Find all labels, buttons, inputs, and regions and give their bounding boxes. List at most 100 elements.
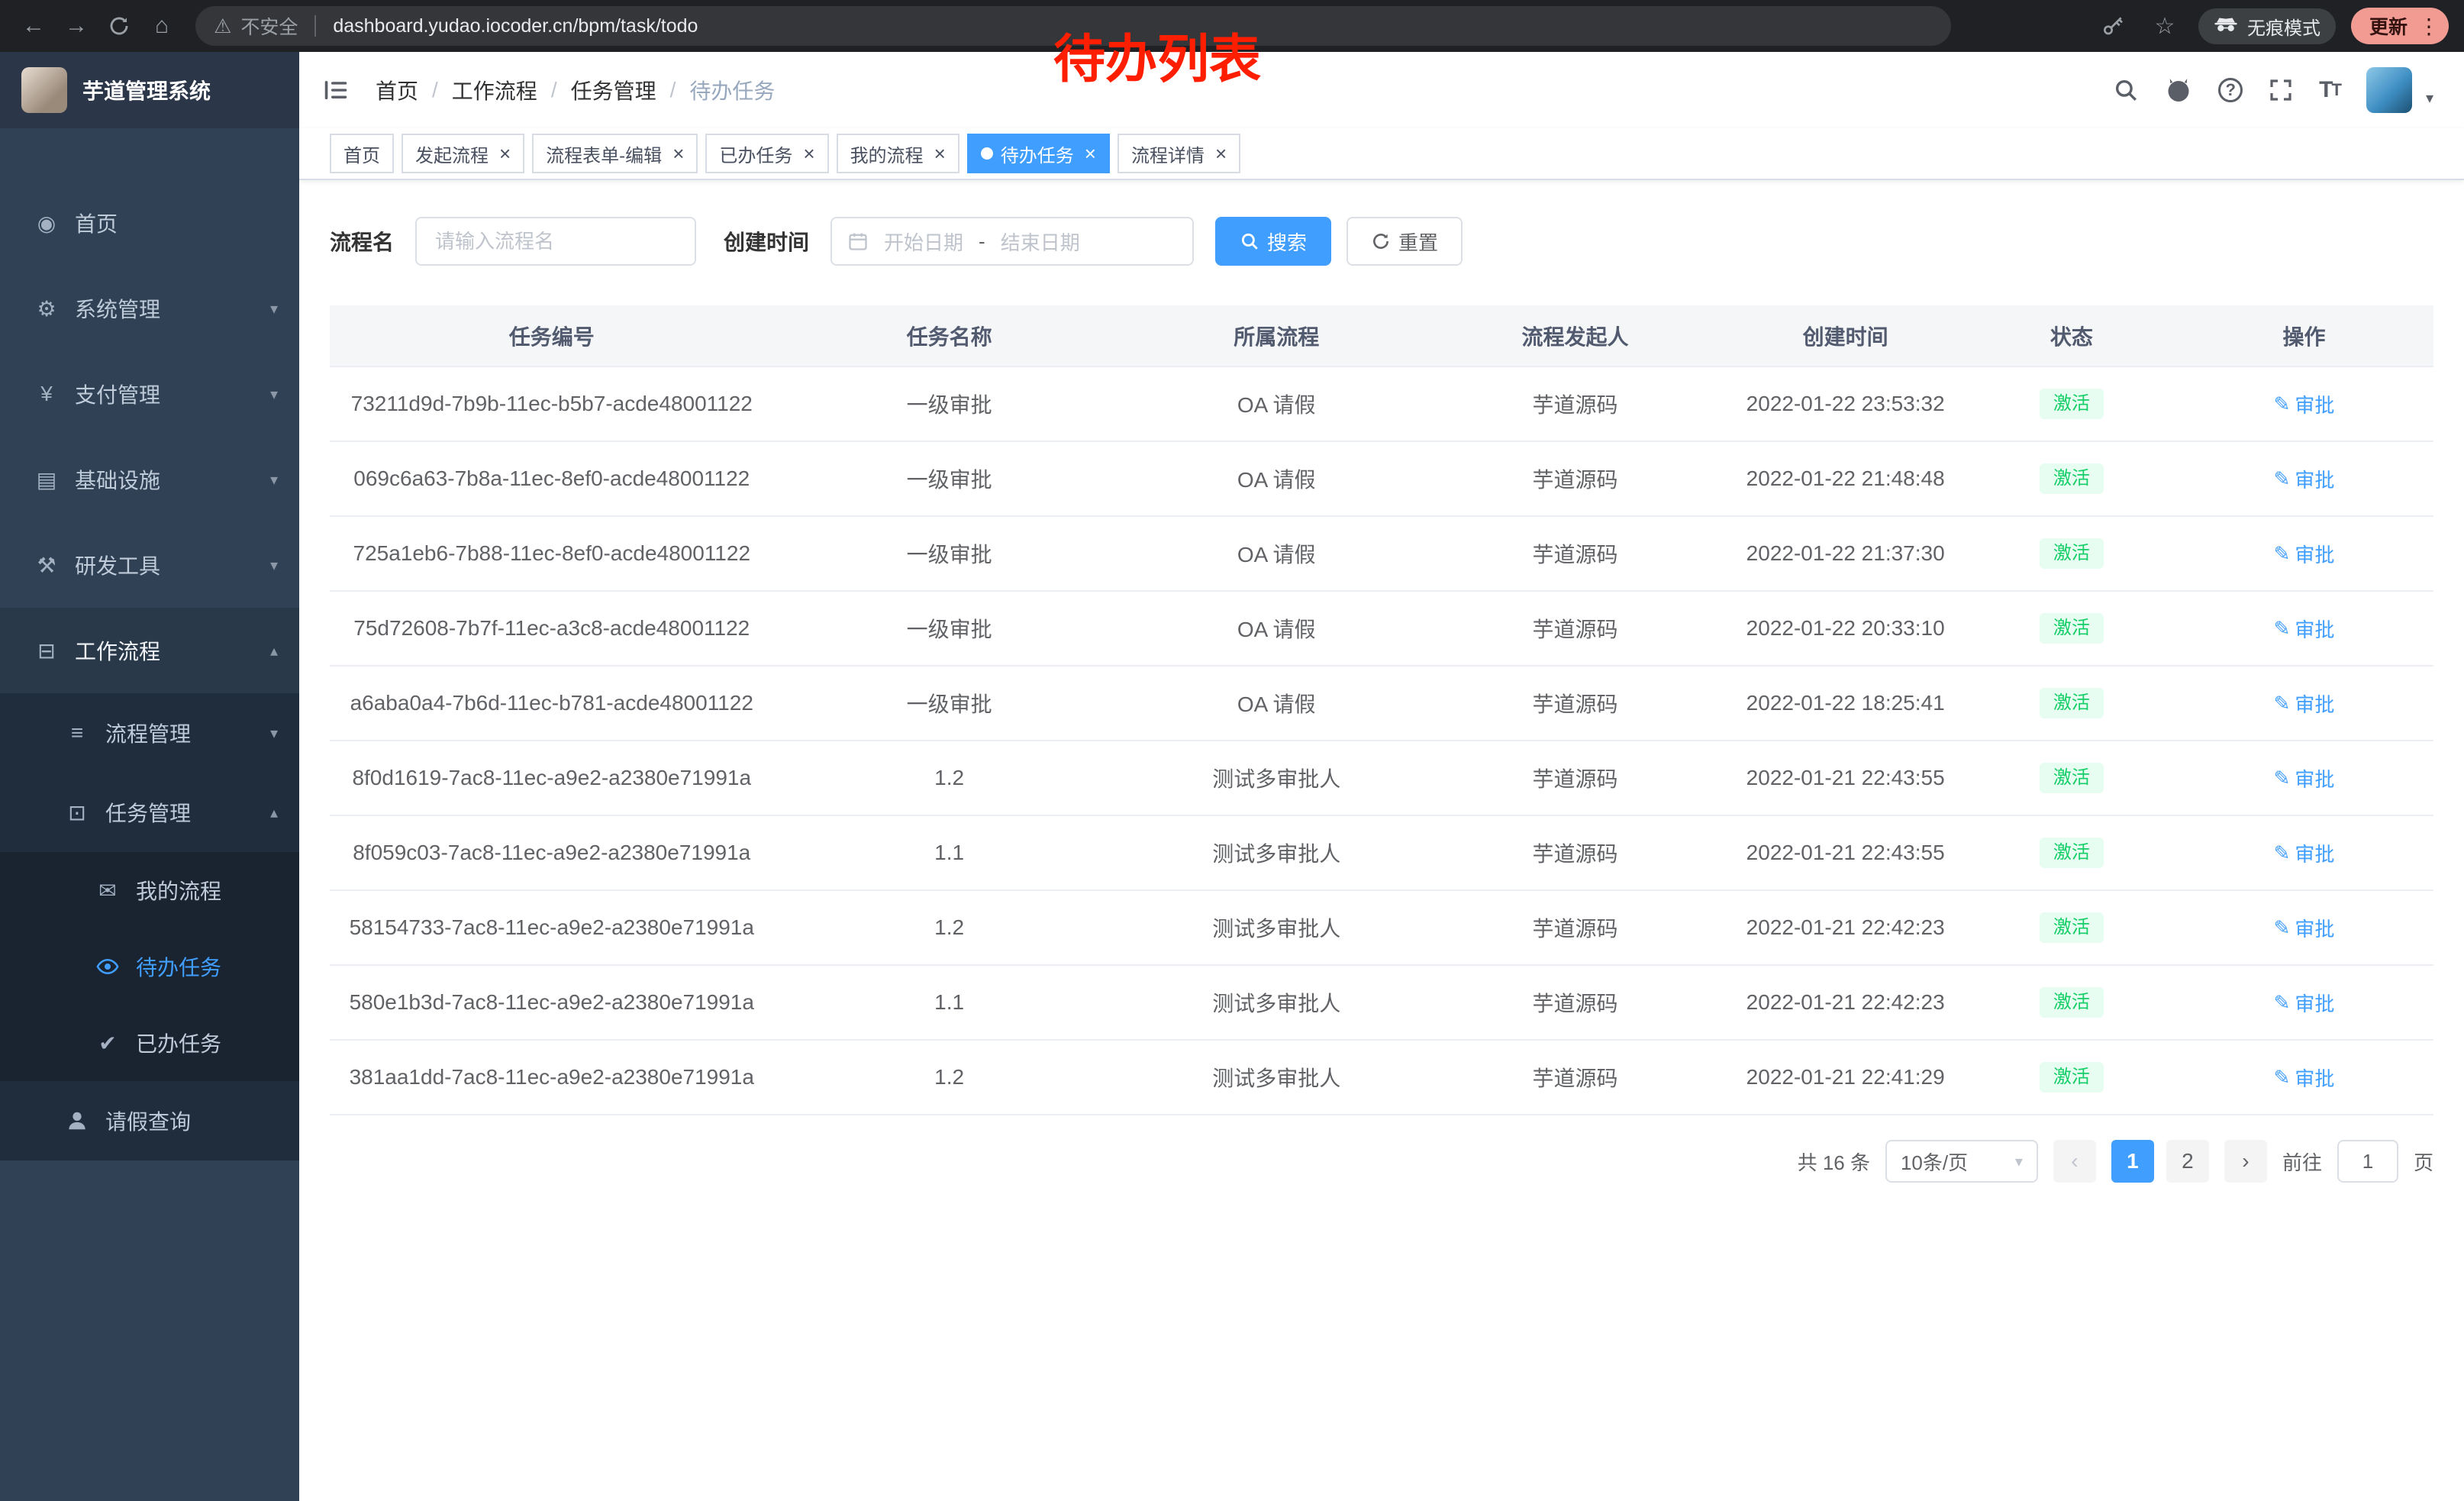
reset-button[interactable]: 重置 xyxy=(1346,217,1463,266)
chevron-down-icon: ▾ xyxy=(270,385,278,404)
close-tab-icon[interactable]: × xyxy=(934,144,946,163)
prev-page-button[interactable]: ‹ xyxy=(2053,1140,2096,1183)
tab-process-detail[interactable]: 流程详情× xyxy=(1118,134,1240,173)
create-time-label: 创建时间 xyxy=(724,226,809,257)
cell-id: 725a1eb6-7b88-11ec-8ef0-acde48001122 xyxy=(330,516,774,591)
close-tab-icon[interactable]: × xyxy=(1215,144,1227,163)
goto-page-input[interactable] xyxy=(2337,1140,2398,1183)
app-logo[interactable]: 芋道管理系统 xyxy=(0,52,299,128)
next-page-button[interactable]: › xyxy=(2224,1140,2267,1183)
end-date-placeholder: 结束日期 xyxy=(1001,228,1080,256)
cell-name: 一级审批 xyxy=(774,441,1125,516)
sidebar-item-payment[interactable]: ¥支付管理▾ xyxy=(0,351,299,437)
tools-icon: ⚒ xyxy=(34,553,60,578)
tab-start-process[interactable]: 发起流程× xyxy=(402,134,524,173)
approve-link[interactable]: ✎审批 xyxy=(2274,390,2335,418)
reload-icon[interactable] xyxy=(101,8,137,44)
close-tab-icon[interactable]: × xyxy=(672,144,684,163)
flow-icon: ⊡ xyxy=(64,800,90,825)
github-icon[interactable] xyxy=(2165,76,2192,104)
pencil-icon: ✎ xyxy=(2274,1066,2291,1089)
approve-link[interactable]: ✎审批 xyxy=(2274,989,2335,1017)
search-button[interactable]: 搜索 xyxy=(1215,217,1331,266)
approve-link[interactable]: ✎审批 xyxy=(2274,914,2335,942)
fullscreen-icon[interactable] xyxy=(2269,78,2293,102)
close-tab-icon[interactable]: × xyxy=(499,144,511,163)
approve-link[interactable]: ✎审批 xyxy=(2274,540,2335,568)
breadcrumb-item[interactable]: 工作流程 xyxy=(452,75,537,105)
sidebar-item-task-mgmt[interactable]: ⊡任务管理▴ xyxy=(0,773,299,852)
sidebar-item-label: 系统管理 xyxy=(75,293,160,324)
approve-link[interactable]: ✎审批 xyxy=(2274,689,2335,718)
list-icon: ≡ xyxy=(64,721,90,745)
cell-process: 测试多审批人 xyxy=(1125,741,1428,815)
cell-id: 8f0d1619-7ac8-11ec-a9e2-a2380e71991a xyxy=(330,741,774,815)
more-menu-icon[interactable]: ⋮ xyxy=(2418,14,2440,39)
cell-id: 75d72608-7b7f-11ec-a3c8-acde48001122 xyxy=(330,591,774,666)
page-button-2[interactable]: 2 xyxy=(2166,1140,2209,1183)
cell-action: ✎审批 xyxy=(2175,890,2433,965)
security-label: 不安全 xyxy=(240,12,298,40)
approve-label: 审批 xyxy=(2295,839,2334,867)
sidebar-fold-icon[interactable] xyxy=(322,76,350,104)
sidebar-item-label: 待办任务 xyxy=(136,951,221,982)
close-tab-icon[interactable]: × xyxy=(803,144,814,163)
column-header: 流程发起人 xyxy=(1428,305,1723,366)
close-tab-icon[interactable]: × xyxy=(1085,144,1096,163)
sidebar-item-devtools[interactable]: ⚒研发工具▾ xyxy=(0,522,299,608)
update-button[interactable]: 更新 ⋮ xyxy=(2351,8,2449,44)
approve-link[interactable]: ✎审批 xyxy=(2274,465,2335,493)
breadcrumb-item[interactable]: 首页 xyxy=(376,75,418,105)
separator xyxy=(314,15,316,37)
approve-link[interactable]: ✎审批 xyxy=(2274,1064,2335,1092)
sidebar-item-infrastructure[interactable]: ▤基础设施▾ xyxy=(0,437,299,522)
help-icon[interactable]: ? xyxy=(2218,78,2243,102)
table-header-row: 任务编号任务名称所属流程流程发起人创建时间状态操作 xyxy=(330,305,2433,366)
home-icon[interactable]: ⌂ xyxy=(144,8,180,44)
page-button-1[interactable]: 1 xyxy=(2111,1140,2154,1183)
warning-icon: ⚠ xyxy=(214,15,231,38)
font-size-icon[interactable]: TT xyxy=(2319,77,2340,103)
cell-starter: 芋道源码 xyxy=(1428,741,1723,815)
sidebar-item-done-task[interactable]: ✔已办任务 xyxy=(0,1005,299,1081)
sidebar-item-leave-query[interactable]: 请假查询 xyxy=(0,1081,299,1160)
cell-status: 激活 xyxy=(1969,815,2175,890)
incognito-label: 无痕模式 xyxy=(2247,13,2320,40)
sidebar-item-process-mgmt[interactable]: ≡流程管理▾ xyxy=(0,693,299,773)
tab-home[interactable]: 首页 xyxy=(330,134,394,173)
tab-form-edit[interactable]: 流程表单-编辑× xyxy=(532,134,698,173)
pagination: 共 16 条 10条/页 ▾ ‹ 12 › 前往 页 xyxy=(330,1140,2433,1183)
search-icon[interactable] xyxy=(2113,77,2139,103)
process-name-input[interactable] xyxy=(415,217,696,266)
star-icon[interactable]: ☆ xyxy=(2146,8,2183,44)
sidebar-item-workflow[interactable]: ⊟工作流程▴ xyxy=(0,608,299,693)
page-list: 12 xyxy=(2111,1140,2209,1183)
forward-icon[interactable]: → xyxy=(58,8,95,44)
breadcrumb-item[interactable]: 任务管理 xyxy=(571,75,656,105)
date-range-picker[interactable]: 开始日期 - 结束日期 xyxy=(830,217,1194,266)
cell-id: 8f059c03-7ac8-11ec-a9e2-a2380e71991a xyxy=(330,815,774,890)
tab-done-tasks[interactable]: 已办任务× xyxy=(705,134,828,173)
status-badge: 激活 xyxy=(2040,613,2104,644)
sidebar-item-home[interactable]: ◉首页 xyxy=(0,180,299,266)
back-icon[interactable]: ← xyxy=(15,8,52,44)
sidebar-item-my-process[interactable]: ✉我的流程 xyxy=(0,852,299,928)
tab-my-process[interactable]: 我的流程× xyxy=(837,134,959,173)
approve-link[interactable]: ✎审批 xyxy=(2274,764,2335,792)
cell-process: 测试多审批人 xyxy=(1125,965,1428,1040)
tab-todo-tasks[interactable]: 待办任务× xyxy=(967,134,1110,173)
approve-link[interactable]: ✎审批 xyxy=(2274,839,2335,867)
sidebar-item-todo-task[interactable]: 待办任务 xyxy=(0,928,299,1005)
approve-link[interactable]: ✎审批 xyxy=(2274,615,2335,643)
approve-label: 审批 xyxy=(2295,989,2334,1017)
table-row: 381aa1dd-7ac8-11ec-a9e2-a2380e71991a1.2测… xyxy=(330,1040,2433,1115)
page-size-select[interactable]: 10条/页 ▾ xyxy=(1885,1140,2038,1183)
cell-name: 1.2 xyxy=(774,1040,1125,1115)
user-avatar[interactable] xyxy=(2366,67,2412,113)
key-icon[interactable] xyxy=(2095,8,2131,44)
approve-label: 审批 xyxy=(2295,689,2334,718)
page-content: 流程名 创建时间 开始日期 - 结束日期 搜索 xyxy=(299,180,2464,1501)
approve-label: 审批 xyxy=(2295,1064,2334,1092)
sidebar-item-system[interactable]: ⚙系统管理▾ xyxy=(0,266,299,351)
avatar-caret-icon[interactable]: ▾ xyxy=(2426,89,2433,108)
